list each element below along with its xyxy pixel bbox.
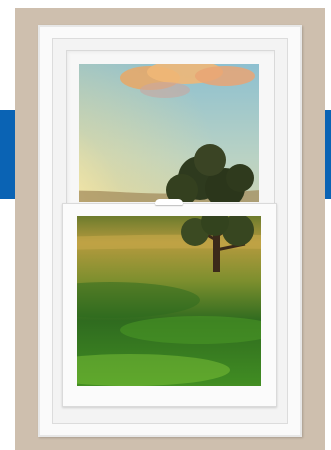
lower-glass-pane — [77, 216, 261, 386]
meadow-tree-view — [77, 216, 261, 386]
sunset-landscape-view — [79, 64, 259, 202]
sash-lock-icon — [155, 199, 183, 205]
left-blue-tab — [0, 110, 16, 199]
upper-glass-pane — [79, 64, 259, 202]
right-blue-tab — [325, 110, 331, 199]
